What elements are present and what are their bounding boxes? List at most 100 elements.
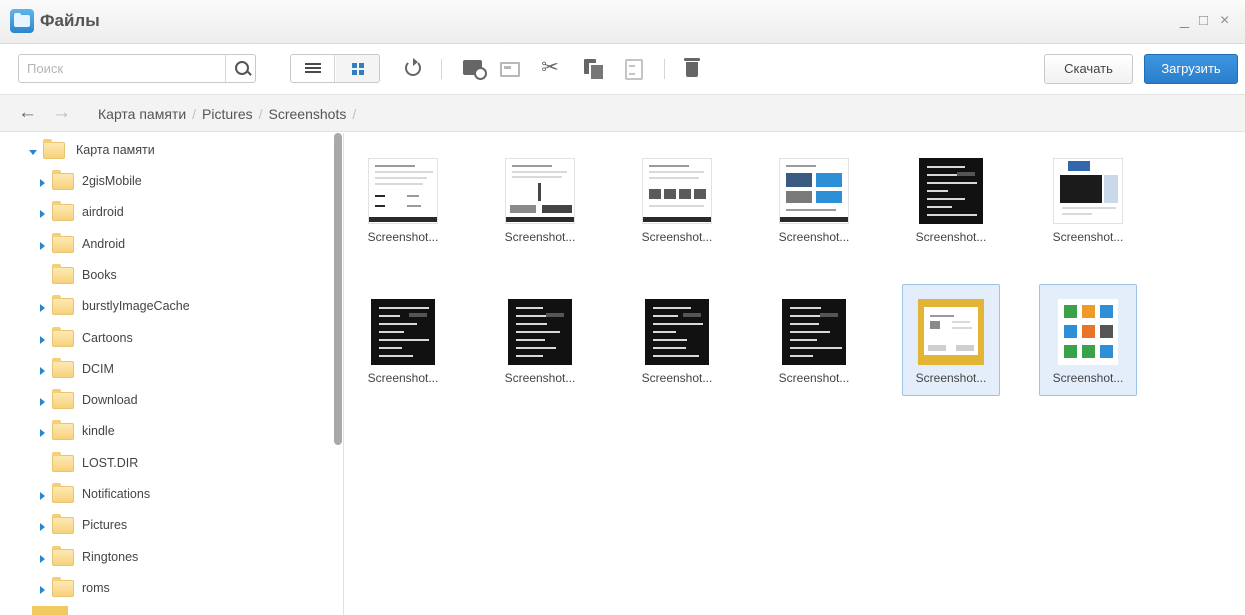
refresh-icon[interactable] xyxy=(400,55,426,81)
file-item[interactable]: Screenshot... xyxy=(491,143,589,255)
file-item[interactable]: Screenshot... xyxy=(902,143,1000,255)
file-name: Screenshot... xyxy=(504,230,576,244)
back-arrow-icon[interactable]: ← xyxy=(18,103,37,122)
tree-item[interactable]: kindle xyxy=(0,420,330,446)
paste-icon[interactable] xyxy=(620,55,646,81)
folder-icon xyxy=(52,545,74,566)
file-thumbnail xyxy=(505,158,575,224)
file-thumbnail xyxy=(368,158,438,224)
search-box xyxy=(18,54,256,83)
expand-arrow-icon[interactable] xyxy=(40,523,45,532)
folder-icon xyxy=(32,606,68,615)
folder-icon xyxy=(52,201,74,222)
file-manager-window: Файлы _ □ × ✂ Скачать Загрузить xyxy=(0,0,1245,615)
file-thumbnail xyxy=(1053,158,1123,224)
close-button[interactable]: × xyxy=(1220,12,1229,30)
tree-item[interactable]: airdroid xyxy=(0,201,330,227)
breadcrumb-separator: / xyxy=(258,106,263,122)
tree-item[interactable]: Cartoons xyxy=(0,326,330,353)
breadcrumb-item[interactable]: Screenshots xyxy=(269,106,347,122)
tree-item[interactable]: Android xyxy=(0,232,330,259)
forward-arrow-icon[interactable]: → xyxy=(52,103,71,122)
trash-icon[interactable] xyxy=(680,55,706,81)
cut-icon[interactable]: ✂ xyxy=(537,55,563,81)
file-name: Screenshot... xyxy=(1052,371,1124,385)
expand-arrow-icon[interactable] xyxy=(40,335,45,344)
file-thumbnail xyxy=(782,299,846,365)
tree-item[interactable]: DCIM xyxy=(0,357,330,384)
expand-arrow-icon[interactable] xyxy=(40,398,45,407)
grid-view-button[interactable] xyxy=(336,55,379,82)
tree-item[interactable]: Pictures xyxy=(0,514,330,540)
breadcrumb-item[interactable]: Pictures xyxy=(202,106,253,122)
file-name: Screenshot... xyxy=(641,371,713,385)
tree-item[interactable]: Ringtones xyxy=(0,545,330,572)
folder-icon xyxy=(52,326,74,347)
rename-icon[interactable] xyxy=(496,55,522,81)
tree-item-label: Ringtones xyxy=(82,549,139,564)
maximize-button[interactable]: □ xyxy=(1199,12,1208,30)
file-item[interactable]: Screenshot... xyxy=(354,284,452,396)
window-title: Файлы xyxy=(40,11,100,30)
tree-item[interactable]: burstlyImageCache xyxy=(0,295,330,321)
file-item[interactable]: Screenshot... xyxy=(491,284,589,396)
file-name: Screenshot... xyxy=(915,230,987,244)
navigation-bar: ← → Карта памяти / Pictures / Screenshots / xyxy=(0,94,1245,132)
file-item[interactable]: Screenshot... xyxy=(628,143,726,255)
upload-button[interactable]: Загрузить xyxy=(1144,54,1238,84)
file-item[interactable]: Screenshot... xyxy=(628,284,726,396)
files-app-icon xyxy=(10,9,34,33)
tree-item[interactable]: Download xyxy=(0,389,330,415)
file-item[interactable]: Screenshot... xyxy=(765,284,863,396)
expand-arrow-icon[interactable] xyxy=(40,554,45,563)
expand-arrow-icon[interactable] xyxy=(40,429,45,438)
expand-arrow-icon[interactable] xyxy=(40,366,45,375)
expand-arrow-icon[interactable] xyxy=(40,585,45,594)
file-thumbnail xyxy=(1058,299,1118,365)
folder-icon xyxy=(52,420,74,441)
tree-item-label: burstlyImageCache xyxy=(82,299,190,314)
search-input[interactable] xyxy=(19,55,224,82)
tree-item-label: 2gisMobile xyxy=(82,174,142,188)
collapse-arrow-icon[interactable] xyxy=(29,150,37,155)
list-view-button[interactable] xyxy=(291,55,335,82)
expand-arrow-icon[interactable] xyxy=(40,210,45,219)
tree-item[interactable]: LOST.DIR xyxy=(0,451,330,478)
new-folder-icon[interactable] xyxy=(461,55,487,81)
expand-arrow-icon[interactable] xyxy=(40,179,45,187)
tree-item[interactable]: Notifications xyxy=(0,483,330,509)
tree-item[interactable]: Books xyxy=(0,263,330,290)
expand-arrow-icon[interactable] xyxy=(40,304,45,313)
toolbar: ✂ Скачать Загрузить xyxy=(0,45,1245,93)
tree-item[interactable]: roms xyxy=(0,576,330,603)
folder-tree: Карта памяти 2gisMobile airdroid Android Bo… xyxy=(0,133,344,615)
expand-arrow-icon[interactable] xyxy=(40,492,45,500)
download-button[interactable]: Скачать xyxy=(1044,54,1133,84)
file-item[interactable]: Screenshot... xyxy=(1039,143,1137,255)
tree-item-label: Android xyxy=(82,236,126,251)
search-icon[interactable] xyxy=(225,55,256,82)
tree-item-label: Pictures xyxy=(82,518,128,533)
expand-arrow-icon[interactable] xyxy=(40,241,45,250)
file-item[interactable]: Screenshot... xyxy=(354,143,452,255)
file-name: Screenshot... xyxy=(915,371,987,385)
file-thumbnail xyxy=(918,299,984,365)
file-item[interactable]: Screenshot... xyxy=(1039,284,1137,396)
sidebar-scrollbar[interactable] xyxy=(334,133,342,445)
breadcrumb-item[interactable]: Карта памяти xyxy=(98,106,186,122)
folder-icon xyxy=(52,295,74,316)
file-item[interactable]: Screenshot... xyxy=(765,143,863,255)
tree-item-label: Download xyxy=(82,393,138,408)
tree-item[interactable]: 2gisMobile xyxy=(0,170,330,196)
tree-item-label: Cartoons xyxy=(82,330,133,345)
tree-item-label: Карта памяти xyxy=(76,143,155,157)
folder-icon xyxy=(52,451,74,472)
copy-icon[interactable] xyxy=(580,55,606,81)
folder-icon xyxy=(52,232,74,253)
tree-root-item[interactable]: Карта памяти xyxy=(0,139,330,165)
folder-icon xyxy=(52,514,74,535)
minimize-button[interactable]: _ xyxy=(1180,12,1189,30)
file-item[interactable]: Screenshot... xyxy=(902,284,1000,396)
file-thumbnail xyxy=(645,299,709,365)
file-name: Screenshot... xyxy=(504,371,576,385)
